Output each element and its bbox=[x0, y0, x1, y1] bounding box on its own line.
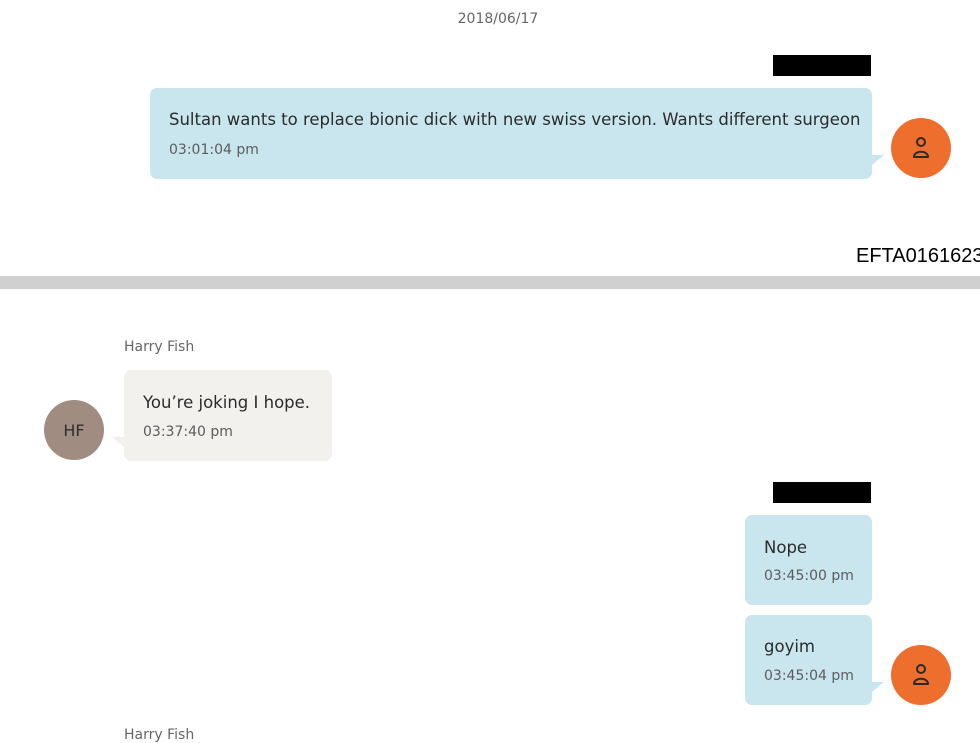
person-icon bbox=[913, 137, 929, 158]
message-text: Sultan wants to replace bionic dick with… bbox=[169, 110, 861, 129]
message-bubble-outgoing[interactable]: goyim 03:45:04 pm bbox=[745, 615, 872, 705]
message-text: goyim bbox=[764, 637, 815, 656]
message-time: 03:45:00 pm bbox=[764, 568, 854, 584]
bubble-tail bbox=[872, 155, 884, 165]
my-avatar[interactable] bbox=[891, 118, 951, 178]
page-divider bbox=[0, 276, 980, 289]
document-id: EFTA01616232 bbox=[856, 245, 980, 267]
message-time: 03:37:40 pm bbox=[143, 424, 233, 440]
contact-initials: HF bbox=[63, 420, 85, 440]
bubble-tail bbox=[872, 682, 884, 692]
message-bubble-outgoing[interactable]: Nope 03:45:00 pm bbox=[745, 515, 872, 605]
message-bubble-outgoing[interactable]: Sultan wants to replace bionic dick with… bbox=[150, 88, 872, 179]
sender-name-next: Harry Fish bbox=[124, 727, 195, 743]
redacted-sender-name bbox=[773, 482, 871, 503]
message-time: 03:01:04 pm bbox=[169, 142, 259, 158]
bubble-tail bbox=[112, 437, 124, 447]
conversation-date: 2018/06/17 bbox=[457, 11, 539, 27]
message-bubble-incoming[interactable]: You’re joking I hope. 03:37:40 pm bbox=[124, 370, 332, 461]
person-icon bbox=[913, 664, 929, 685]
contact-avatar[interactable]: HF bbox=[44, 400, 104, 460]
message-time: 03:45:04 pm bbox=[764, 668, 854, 684]
redacted-sender-name bbox=[773, 55, 871, 76]
my-avatar[interactable] bbox=[891, 645, 951, 705]
message-text: Nope bbox=[764, 538, 808, 557]
sender-name: Harry Fish bbox=[124, 339, 195, 355]
message-text: You’re joking I hope. bbox=[143, 393, 311, 412]
